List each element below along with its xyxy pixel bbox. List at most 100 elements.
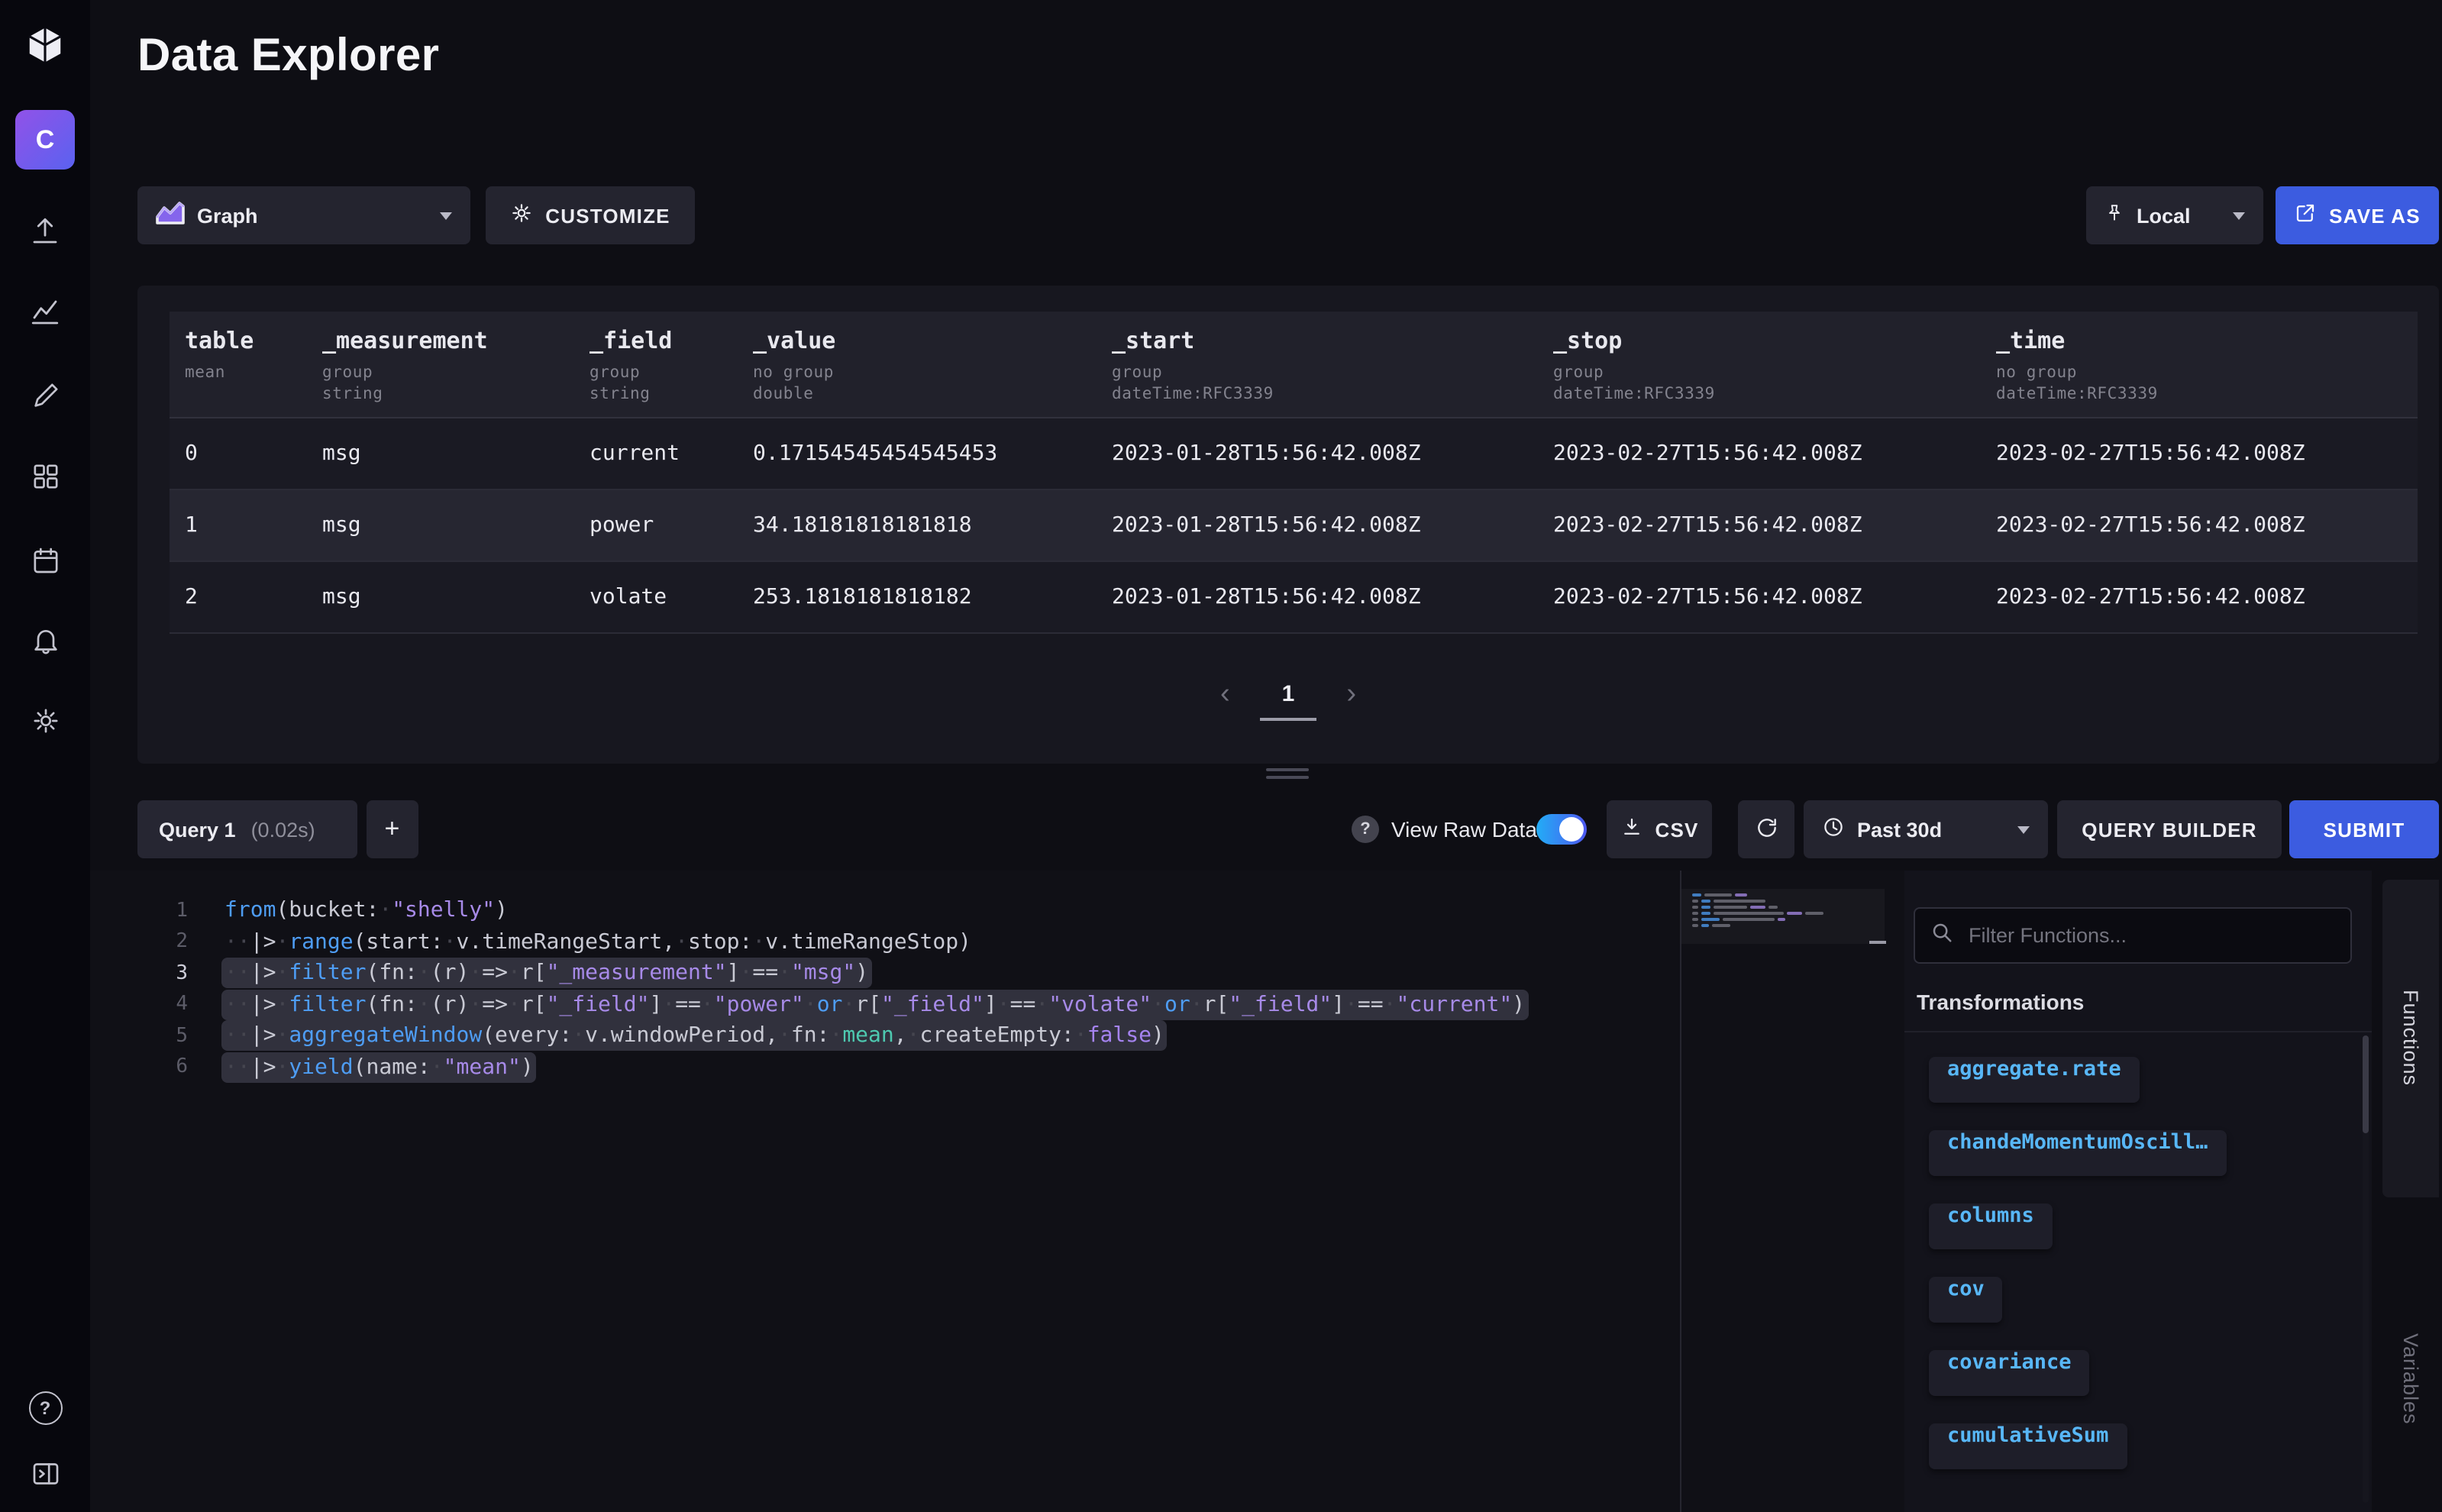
sidebar-item-settings[interactable] [0, 701, 90, 747]
tab-functions[interactable]: Functions [2382, 880, 2439, 1197]
functions-panel: Transformations aggregate.ratechandeMome… [1904, 871, 2372, 1512]
resize-handle[interactable] [1266, 768, 1309, 779]
visualization-type-label: Graph [197, 204, 258, 227]
table-body: 0msgcurrent0.171545454545454532023-01-28… [170, 418, 2418, 634]
minimap-content [1692, 893, 1872, 930]
external-link-icon [2294, 202, 2317, 229]
toggle-knob [1559, 817, 1584, 842]
next-page-button[interactable]: › [1346, 680, 1356, 709]
function-item[interactable]: cumulativeSum [1929, 1423, 2127, 1469]
query-builder-button[interactable]: QUERY BUILDER [2057, 800, 2282, 858]
filter-functions-input[interactable] [1966, 922, 2335, 948]
time-range-dropdown[interactable]: Past 30d [1804, 800, 2048, 858]
query-builder-label: QUERY BUILDER [2082, 818, 2256, 841]
add-query-button[interactable]: + [367, 800, 418, 858]
sidebar-item-data-explorer[interactable] [0, 293, 90, 339]
csv-label: CSV [1655, 818, 1698, 841]
pin-icon [2104, 202, 2124, 229]
calendar-icon [30, 544, 60, 583]
sidebar-item-dashboards[interactable] [0, 457, 90, 502]
function-item[interactable]: chandeMomentumOscill… [1929, 1130, 2226, 1176]
code-line[interactable]: 1from(bucket:·"shelly") [90, 895, 1678, 926]
query-tab[interactable]: Query 1 (0.02s) [137, 800, 357, 858]
column-header: _measurementgroupstring [307, 327, 574, 417]
column-header: tablemean [170, 327, 307, 417]
sidebar-item-load-data[interactable] [0, 212, 90, 258]
sidebar-item-tasks[interactable] [0, 541, 90, 586]
functions-list: aggregate.rate chandeMomentumOscill… colum… [1929, 1057, 2341, 1497]
avatar[interactable]: C [15, 110, 75, 170]
chevron-down-icon [440, 212, 452, 219]
code-line[interactable]: 5··|>·aggregateWindow(every:·v.windowPer… [90, 1020, 1678, 1052]
query-duration: (0.02s) [251, 818, 315, 841]
visualization-type-dropdown[interactable]: Graph [137, 186, 470, 244]
pagination: ‹ 1 › [137, 680, 2439, 709]
function-item[interactable]: aggregate.rate [1929, 1057, 2140, 1103]
help-icon[interactable]: ? [1352, 816, 1379, 843]
table-row: 1msgpower34.181818181818182023-01-28T15:… [170, 490, 2418, 562]
filter-functions-box[interactable] [1914, 907, 2352, 964]
customize-button[interactable]: CUSTOMIZE [486, 186, 695, 244]
raw-data-table-panel: tablemean_measurementgroupstring_fieldgr… [137, 286, 2439, 764]
refresh-icon [1754, 815, 1778, 844]
clock-icon [1822, 816, 1845, 843]
upload-icon [29, 215, 61, 255]
sidebar-item-expand-nav[interactable] [0, 1454, 90, 1500]
expand-panel-icon [30, 1458, 60, 1496]
save-as-label: SAVE AS [2329, 204, 2421, 227]
overview-ruler-marker [1869, 941, 1886, 944]
sidebar-item-notebooks[interactable] [0, 376, 90, 422]
scrollbar[interactable] [2363, 1035, 2369, 1503]
function-item[interactable]: columns [1929, 1203, 2053, 1249]
column-header: _valueno groupdouble [738, 327, 1097, 417]
gear-icon [30, 705, 60, 743]
view-raw-data-toggle[interactable] [1536, 814, 1587, 845]
data-explorer-page: C ? Data Explorer Grap [0, 0, 2442, 1512]
query-tab-label: Query 1 [159, 818, 236, 841]
submit-label: SUBMIT [2324, 818, 2405, 841]
tab-variables[interactable]: Variables [2382, 1295, 2439, 1463]
table-header: tablemean_measurementgroupstring_fieldgr… [170, 312, 2418, 418]
code-line[interactable]: 3··|>·filter(fn:·(r)·=>·r["_measurement"… [90, 958, 1678, 989]
chevron-down-icon [2017, 825, 2030, 833]
chevron-down-icon [2233, 212, 2245, 219]
search-icon [1930, 920, 1953, 951]
page-title: Data Explorer [137, 31, 439, 82]
code-lines: 1from(bucket:·"shelly")2··|>·range(start… [90, 895, 1678, 1083]
divider [1904, 1031, 2372, 1032]
table-row: 2msgvolate253.18181818181822023-01-28T15… [170, 562, 2418, 634]
code-line[interactable]: 4··|>·filter(fn:·(r)·=>·r["_field"]·==·"… [90, 989, 1678, 1020]
submit-button[interactable]: SUBMIT [2289, 800, 2439, 858]
scrollbar-thumb[interactable] [2363, 1035, 2369, 1133]
local-label: Local [2137, 204, 2191, 227]
current-page[interactable]: 1 [1282, 681, 1295, 707]
column-header: _startgroupdateTime:RFC3339 [1097, 327, 1538, 417]
customize-label: CUSTOMIZE [545, 204, 670, 227]
pencil-icon [30, 380, 60, 418]
question-mark-icon: ? [28, 1391, 62, 1425]
function-item[interactable]: covariance [1929, 1350, 2090, 1396]
download-icon [1620, 816, 1643, 843]
function-item[interactable]: cov [1929, 1277, 2003, 1323]
local-dropdown[interactable]: Local [2086, 186, 2263, 244]
csv-download-button[interactable]: CSV [1607, 800, 1712, 858]
table-row: 0msgcurrent0.171545454545454532023-01-28… [170, 418, 2418, 490]
area-chart-icon [156, 202, 185, 229]
minimap[interactable] [1680, 871, 1885, 1512]
sidebar: C ? [0, 0, 90, 1512]
influxdb-logo-icon[interactable] [0, 0, 90, 90]
bell-icon [30, 624, 60, 662]
refresh-button[interactable] [1738, 800, 1794, 858]
gear-icon [510, 202, 533, 229]
view-raw-data-label: View Raw Data [1391, 800, 1537, 858]
time-range-label: Past 30d [1857, 818, 1942, 841]
prev-page-button[interactable]: ‹ [1220, 680, 1230, 709]
sidebar-item-help[interactable]: ? [0, 1385, 90, 1431]
code-line[interactable]: 2··|>·range(start:·v.timeRangeStart,·sto… [90, 926, 1678, 958]
column-header: _fieldgroupstring [574, 327, 738, 417]
sidebar-item-alerts[interactable] [0, 620, 90, 666]
column-header: _timeno groupdateTime:RFC3339 [1981, 327, 2418, 417]
code-line[interactable]: 6··|>·yield(name:·"mean") [90, 1052, 1678, 1083]
flux-editor[interactable]: 1from(bucket:·"shelly")2··|>·range(start… [90, 871, 1904, 1512]
save-as-button[interactable]: SAVE AS [2276, 186, 2439, 244]
